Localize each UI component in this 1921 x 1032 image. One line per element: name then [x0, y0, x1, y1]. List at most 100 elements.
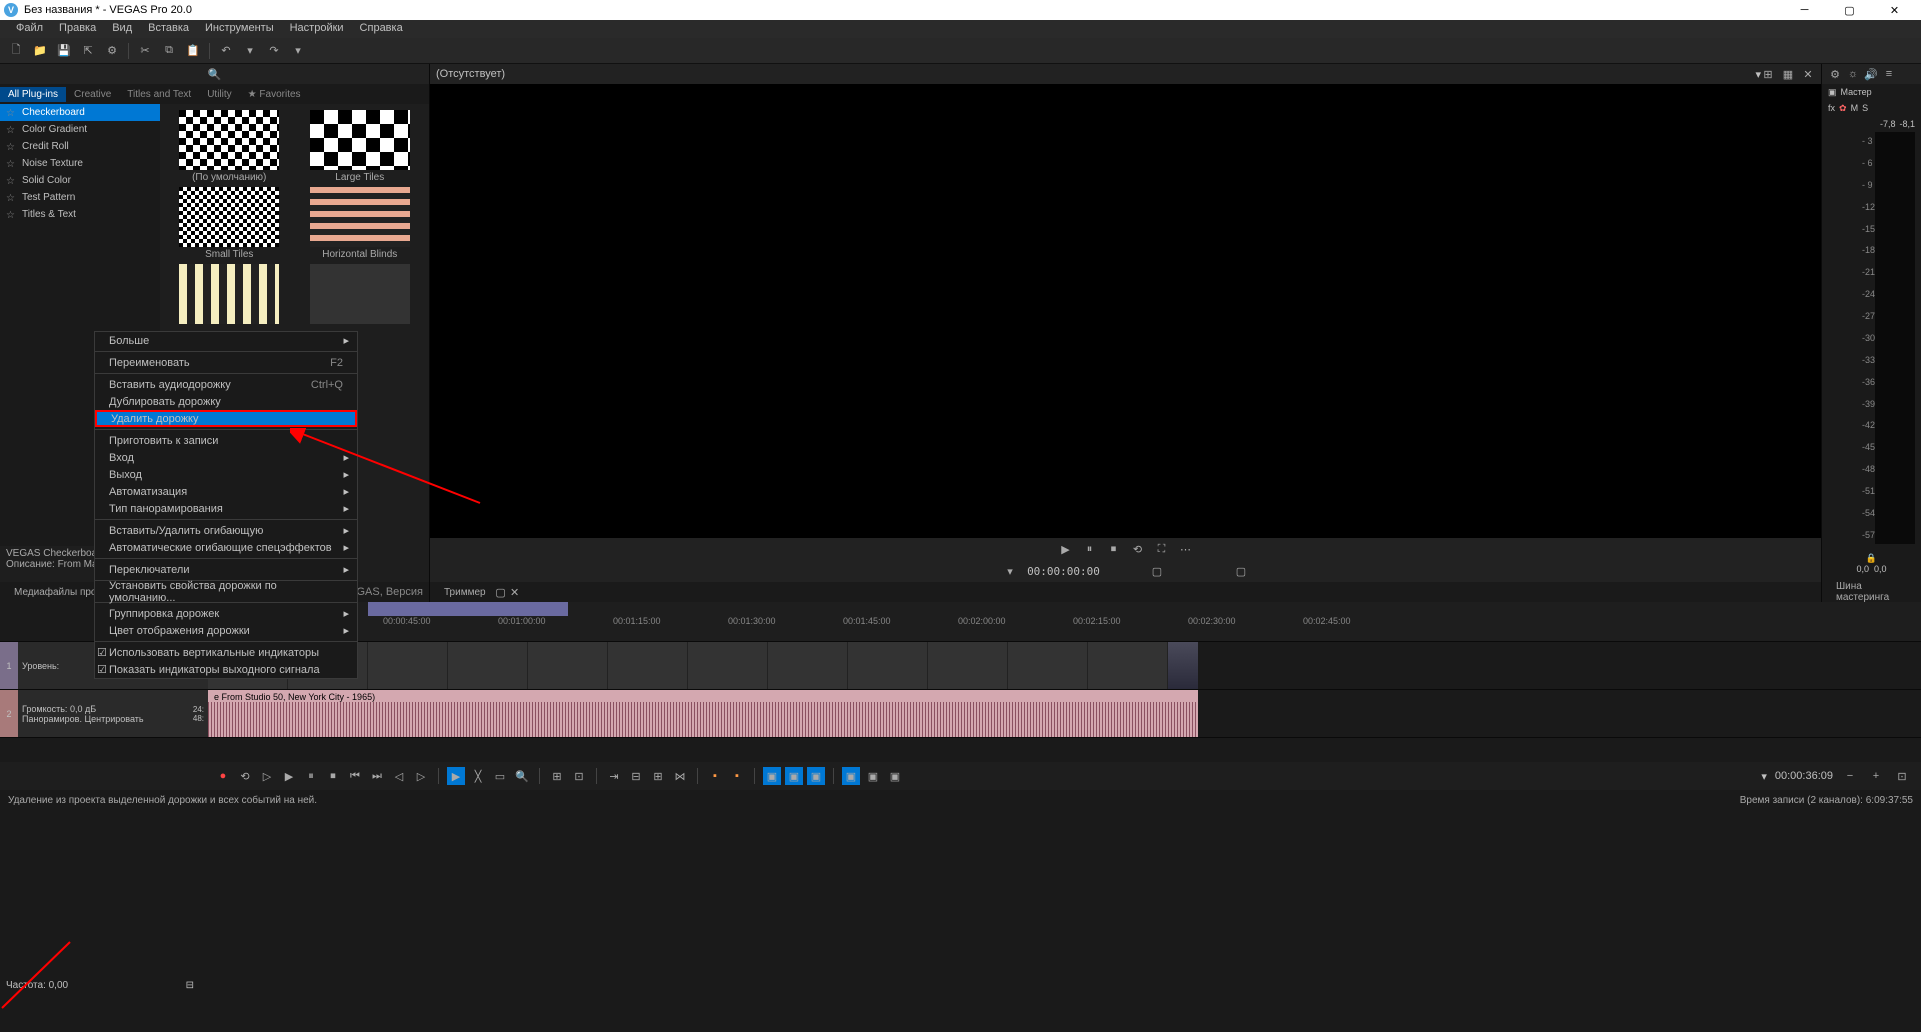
normal-edit-tool[interactable]: ▶ [447, 767, 465, 785]
loop-end-icon[interactable]: ▢ [1234, 564, 1248, 578]
auto-ripple-icon[interactable]: ⇥ [605, 767, 623, 785]
toggle-b-icon[interactable]: ▪ [728, 767, 746, 785]
mode-4-icon[interactable]: ▣ [842, 767, 860, 785]
preview-overlay-icon[interactable]: ▦ [1781, 67, 1795, 81]
tab-creative[interactable]: Creative [66, 87, 119, 102]
cm-auto-envelope[interactable]: Автоматические огибающие спецэффектов [95, 539, 357, 556]
cm-output[interactable]: Выход [95, 466, 357, 483]
preset-large-tiles[interactable]: Large Tiles [297, 110, 424, 183]
go-start-button[interactable]: ⏮ [346, 767, 364, 785]
mode-6-icon[interactable]: ▣ [886, 767, 904, 785]
cm-pan-type[interactable]: Тип панорамирования [95, 500, 357, 517]
plugin-solid-color[interactable]: ☆Solid Color [0, 172, 160, 189]
cm-automation[interactable]: Автоматизация [95, 483, 357, 500]
menu-insert[interactable]: Вставка [140, 20, 197, 38]
rate-slider-icon[interactable]: ⊟ [186, 980, 194, 991]
zoom-out-icon[interactable]: − [1841, 767, 1859, 785]
loop-start-icon[interactable]: ▢ [1150, 564, 1164, 578]
cm-show-output[interactable]: ☑Показать индикаторы выходного сигнала [95, 661, 357, 678]
play-button[interactable]: ▶ [280, 767, 298, 785]
snap-icon[interactable]: ⊞ [548, 767, 566, 785]
toggle-a-icon[interactable]: ▪ [706, 767, 724, 785]
light-icon[interactable]: ☼ [1846, 67, 1860, 81]
fullscreen-icon[interactable]: ⛶ [1155, 542, 1169, 556]
speaker-icon[interactable]: 🔊 [1864, 67, 1878, 81]
plugin-color-gradient[interactable]: ☆Color Gradient [0, 121, 160, 138]
undo-icon[interactable]: ↶ [218, 43, 234, 59]
menu-file[interactable]: Файл [8, 20, 51, 38]
cm-prepare-record[interactable]: Приготовить к записи [95, 432, 357, 449]
plugin-credit-roll[interactable]: ☆Credit Roll [0, 138, 160, 155]
preset-vertical-blinds[interactable] [166, 264, 293, 326]
transport-timecode[interactable]: 00:00:36:09 [1775, 770, 1833, 782]
panel-tab-trimmer[interactable]: Триммер [436, 585, 494, 600]
tab-titles[interactable]: Titles and Text [119, 87, 199, 102]
plugin-test-pattern[interactable]: ☆Test Pattern [0, 189, 160, 206]
minimize-button[interactable]: ─ [1782, 0, 1827, 20]
more-icon[interactable]: ⋯ [1179, 542, 1193, 556]
preview-dropdown[interactable]: (Отсутствует) [436, 68, 505, 80]
sliders-icon[interactable]: ≡ [1882, 67, 1896, 81]
mode-3-icon[interactable]: ▣ [807, 767, 825, 785]
open-icon[interactable]: 📁 [32, 43, 48, 59]
fx-label[interactable]: fx [1828, 103, 1835, 113]
record-button[interactable]: ● [214, 767, 232, 785]
next-frame-button[interactable]: ▷ [412, 767, 430, 785]
cm-rename[interactable]: ПереименоватьF2 [95, 354, 357, 371]
plugin-noise-texture[interactable]: ☆Noise Texture [0, 155, 160, 172]
zoom-tool[interactable]: 🔍 [513, 767, 531, 785]
loop-playback-button[interactable]: ⟲ [236, 767, 254, 785]
cm-more[interactable]: Больше [95, 332, 357, 349]
save-icon[interactable]: 💾 [56, 43, 72, 59]
trimmer-close-icon[interactable]: ✕ [508, 585, 522, 599]
fx-gear-icon[interactable]: ✿ [1839, 103, 1847, 114]
horizontal-scrollbar[interactable] [208, 738, 1921, 748]
preview-split-icon[interactable]: ⊞ [1761, 67, 1775, 81]
preset-gray[interactable] [297, 264, 424, 326]
pause-icon[interactable]: ⏸ [1083, 542, 1097, 556]
redo-drop-icon[interactable]: ▾ [290, 43, 306, 59]
tab-all-plugins[interactable]: All Plug-ins [0, 87, 66, 102]
lock-envelopes-icon[interactable]: ⊟ [627, 767, 645, 785]
maximize-button[interactable]: ▢ [1827, 0, 1872, 20]
play-from-start-button[interactable]: ▷ [258, 767, 276, 785]
menu-settings[interactable]: Настройки [282, 20, 352, 38]
envelope-tool[interactable]: ╳ [469, 767, 487, 785]
close-button[interactable]: ✕ [1872, 0, 1917, 20]
play-icon[interactable]: ▶ [1059, 542, 1073, 556]
cm-use-vertical[interactable]: ☑Использовать вертикальные индикаторы [95, 644, 357, 661]
tab-utility[interactable]: Utility [199, 87, 239, 102]
search-icon[interactable]: 🔍 [208, 68, 222, 81]
cm-input[interactable]: Вход [95, 449, 357, 466]
audio-clip[interactable]: e From Studio 50, New York City - 1965) [208, 690, 1198, 737]
cm-group-tracks[interactable]: Группировка дорожек [95, 605, 357, 622]
plugin-titles-text[interactable]: ☆Titles & Text [0, 206, 160, 223]
plugin-checkerboard[interactable]: ☆Checkerboard [0, 104, 160, 121]
cm-set-default[interactable]: Установить свойства дорожки по умолчанию… [95, 583, 357, 600]
trimmer-pin-icon[interactable]: ▢ [494, 585, 508, 599]
preset-default[interactable]: (По умолчанию) [166, 110, 293, 183]
selection-region[interactable] [368, 602, 568, 616]
mode-5-icon[interactable]: ▣ [864, 767, 882, 785]
redo-icon[interactable]: ↷ [266, 43, 282, 59]
undo-drop-icon[interactable]: ▾ [242, 43, 258, 59]
prev-frame-button[interactable]: ◁ [390, 767, 408, 785]
go-end-button[interactable]: ⏭ [368, 767, 386, 785]
cm-duplicate[interactable]: Дублировать дорожку [95, 393, 357, 410]
stop-icon[interactable]: ⏹ [1107, 542, 1121, 556]
mute-button[interactable]: M [1851, 103, 1859, 113]
preview-close-icon[interactable]: ✕ [1801, 67, 1815, 81]
zoom-in-icon[interactable]: + [1867, 767, 1885, 785]
cm-switches[interactable]: Переключатели [95, 561, 357, 578]
paste-icon[interactable]: 📋 [185, 43, 201, 59]
audio-track-header[interactable]: 2 Громкость: 0,0 дБ Панорамиров. Центрир… [0, 690, 208, 737]
mode-2-icon[interactable]: ▣ [785, 767, 803, 785]
stop-button[interactable]: ⏹ [324, 767, 342, 785]
preset-horizontal-blinds[interactable]: Horizontal Blinds [297, 187, 424, 260]
loop-icon[interactable]: ⟲ [1131, 542, 1145, 556]
zoom-height-icon[interactable]: ⊡ [1893, 767, 1911, 785]
properties-icon[interactable]: ⚙ [104, 43, 120, 59]
menu-help[interactable]: Справка [352, 20, 411, 38]
quantize-icon[interactable]: ⊡ [570, 767, 588, 785]
selection-tool[interactable]: ▭ [491, 767, 509, 785]
